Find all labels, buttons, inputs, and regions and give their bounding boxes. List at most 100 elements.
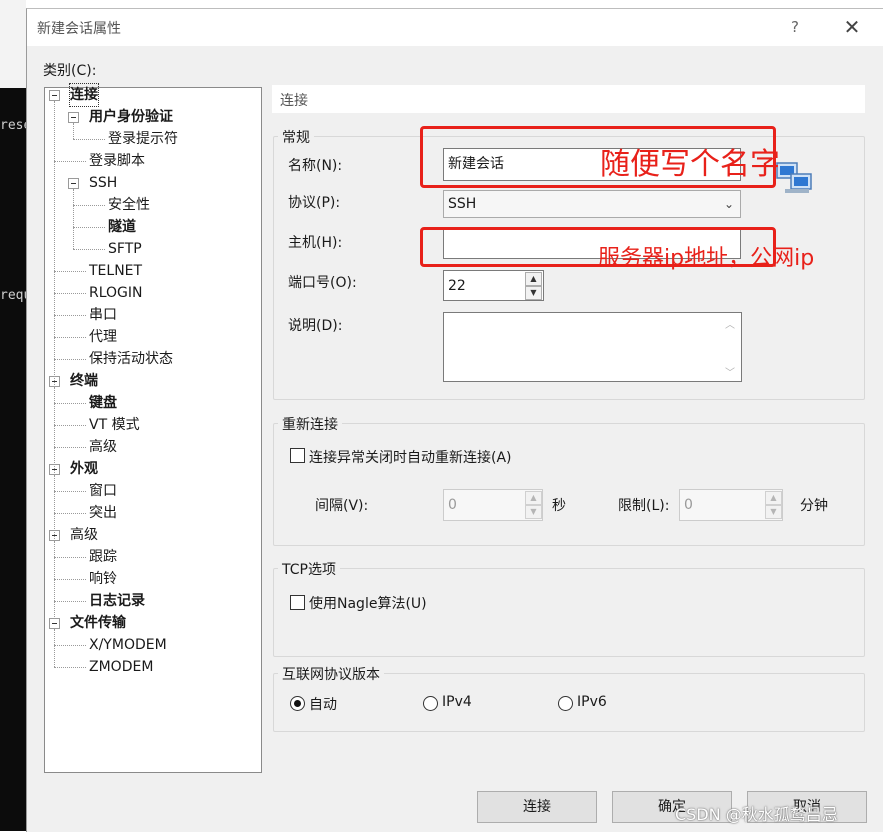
tree-connector bbox=[54, 161, 86, 162]
protocol-select-value: SSH bbox=[448, 196, 477, 212]
tree-item[interactable]: TELNET bbox=[89, 260, 142, 282]
tree-item[interactable]: 外观 bbox=[70, 458, 98, 480]
description-scrollbar[interactable]: ︿ ﹀ bbox=[722, 314, 740, 380]
category-label: 类别(C): bbox=[43, 63, 97, 79]
help-button[interactable]: ? bbox=[783, 15, 807, 39]
tree-connector bbox=[54, 667, 86, 668]
tree-connector bbox=[54, 271, 86, 272]
close-button[interactable]: ✕ bbox=[839, 14, 865, 40]
auto-reconnect-label: 连接异常关闭时自动重新连接(A) bbox=[309, 450, 512, 466]
limit-spin-down[interactable]: ▼ bbox=[765, 505, 782, 519]
connect-button[interactable]: 连接 bbox=[477, 791, 597, 823]
tree-item[interactable]: 登录提示符 bbox=[108, 128, 178, 150]
tree-connector bbox=[73, 189, 74, 249]
tree-connector bbox=[54, 447, 86, 448]
tree-item[interactable]: 高级 bbox=[70, 524, 98, 546]
tree-item[interactable]: 连接 bbox=[69, 83, 99, 107]
tree-item[interactable]: SFTP bbox=[108, 238, 142, 260]
tree-item[interactable]: 登录脚本 bbox=[89, 150, 145, 172]
tree-connector bbox=[54, 491, 86, 492]
tree-item[interactable]: ZMODEM bbox=[89, 656, 153, 678]
ipv6-radio[interactable] bbox=[558, 696, 573, 711]
tree-item[interactable]: 窗口 bbox=[89, 480, 117, 502]
title-bar: 新建会话属性 ? ✕ bbox=[27, 9, 883, 46]
tree-item[interactable]: SSH bbox=[89, 172, 117, 194]
ipv6-label: IPv6 bbox=[577, 694, 607, 710]
tree-connector bbox=[54, 601, 86, 602]
ipv4-radio[interactable] bbox=[423, 696, 438, 711]
tree-item[interactable]: 保持活动状态 bbox=[89, 348, 173, 370]
port-spin-down[interactable]: ▼ bbox=[525, 286, 542, 300]
chevron-down-icon: ⌄ bbox=[723, 197, 734, 211]
tree-connector bbox=[73, 227, 105, 228]
tree-item[interactable]: 跟踪 bbox=[89, 546, 117, 568]
tree-connector bbox=[73, 205, 105, 206]
session-properties-dialog: 新建会话属性 ? ✕ 类别(C): 连接 用户身份验证 登录提示符 登录脚本 SSH 安全… bbox=[26, 8, 883, 832]
tree-item[interactable]: 隧道 bbox=[108, 216, 136, 238]
terminal-line: requ bbox=[0, 288, 26, 303]
dialog-title: 新建会话属性 bbox=[37, 21, 121, 37]
reconnect-group-title: 重新连接 bbox=[278, 414, 342, 434]
tree-connector bbox=[54, 337, 86, 338]
tree-connector bbox=[73, 139, 105, 140]
tree-item[interactable]: 突出 bbox=[89, 502, 117, 524]
host-label: 主机(H): bbox=[288, 235, 343, 251]
tree-connector bbox=[54, 293, 86, 294]
tree-collapse-icon[interactable] bbox=[49, 90, 60, 101]
scroll-up-icon[interactable]: ︿ bbox=[725, 316, 735, 331]
tree-item[interactable]: 高级 bbox=[89, 436, 117, 458]
tree-item[interactable]: RLOGIN bbox=[89, 282, 143, 304]
general-group-title: 常规 bbox=[278, 127, 314, 147]
tree-item[interactable]: X/YMODEM bbox=[89, 634, 167, 656]
ip-version-group-title: 互联网协议版本 bbox=[278, 664, 384, 684]
description-textarea[interactable] bbox=[443, 312, 742, 382]
ip-auto-radio[interactable] bbox=[290, 696, 305, 711]
protocol-select[interactable]: SSH ⌄ bbox=[443, 190, 741, 218]
tree-item[interactable]: 用户身份验证 bbox=[89, 106, 173, 128]
nagle-label: 使用Nagle算法(U) bbox=[309, 596, 427, 612]
terminal-line: rese bbox=[0, 118, 26, 133]
name-label: 名称(N): bbox=[288, 158, 343, 174]
auto-reconnect-checkbox[interactable] bbox=[290, 448, 305, 463]
tree-item[interactable]: 日志记录 bbox=[89, 590, 145, 612]
section-header-title: 连接 bbox=[280, 93, 308, 109]
interval-label: 间隔(V): bbox=[315, 498, 369, 514]
tree-collapse-icon[interactable] bbox=[68, 178, 79, 189]
scroll-down-icon[interactable]: ﹀ bbox=[725, 364, 735, 379]
tree-item[interactable]: 响铃 bbox=[89, 568, 117, 590]
tree-connector bbox=[54, 425, 86, 426]
tree-connector bbox=[54, 629, 55, 667]
interval-spin-up[interactable]: ▲ bbox=[525, 491, 542, 505]
port-label: 端口号(O): bbox=[288, 275, 357, 291]
tree-connector bbox=[54, 557, 86, 558]
tree-connector bbox=[54, 403, 86, 404]
tree-collapse-icon[interactable] bbox=[49, 618, 60, 629]
tree-item[interactable]: 终端 bbox=[70, 370, 98, 392]
tree-collapse-icon[interactable] bbox=[68, 112, 79, 123]
host-annotation-text: 服务器ip地址，公网ip bbox=[598, 246, 815, 271]
tree-item[interactable]: VT 模式 bbox=[89, 414, 140, 436]
category-tree[interactable]: 连接 用户身份验证 登录提示符 登录脚本 SSH 安全性 隧道 SFTP TELNET RLOGI… bbox=[44, 83, 262, 773]
name-annotation-text: 随便写个名字 bbox=[600, 147, 780, 182]
tree-connector bbox=[73, 123, 74, 139]
tree-connector bbox=[54, 359, 86, 360]
port-spin-up[interactable]: ▲ bbox=[525, 272, 542, 286]
tree-connector bbox=[54, 513, 86, 514]
limit-spin-up[interactable]: ▲ bbox=[765, 491, 782, 505]
background-window-strip bbox=[0, 0, 26, 88]
tree-item[interactable]: 键盘 bbox=[89, 392, 117, 414]
interval-spin-down[interactable]: ▼ bbox=[525, 505, 542, 519]
tree-item[interactable]: 安全性 bbox=[108, 194, 150, 216]
section-header: 连接 bbox=[272, 85, 865, 113]
network-computers-icon bbox=[775, 157, 815, 197]
ipv4-label: IPv4 bbox=[442, 694, 472, 710]
nagle-checkbox[interactable] bbox=[290, 595, 305, 610]
tree-item[interactable]: 代理 bbox=[89, 326, 117, 348]
interval-unit: 秒 bbox=[552, 498, 566, 514]
tree-item[interactable]: 串口 bbox=[89, 304, 117, 326]
ip-auto-label: 自动 bbox=[309, 697, 337, 713]
tree-connector bbox=[54, 101, 55, 617]
tree-connector bbox=[54, 645, 86, 646]
tree-connector bbox=[54, 315, 86, 316]
tree-item[interactable]: 文件传输 bbox=[70, 612, 126, 634]
